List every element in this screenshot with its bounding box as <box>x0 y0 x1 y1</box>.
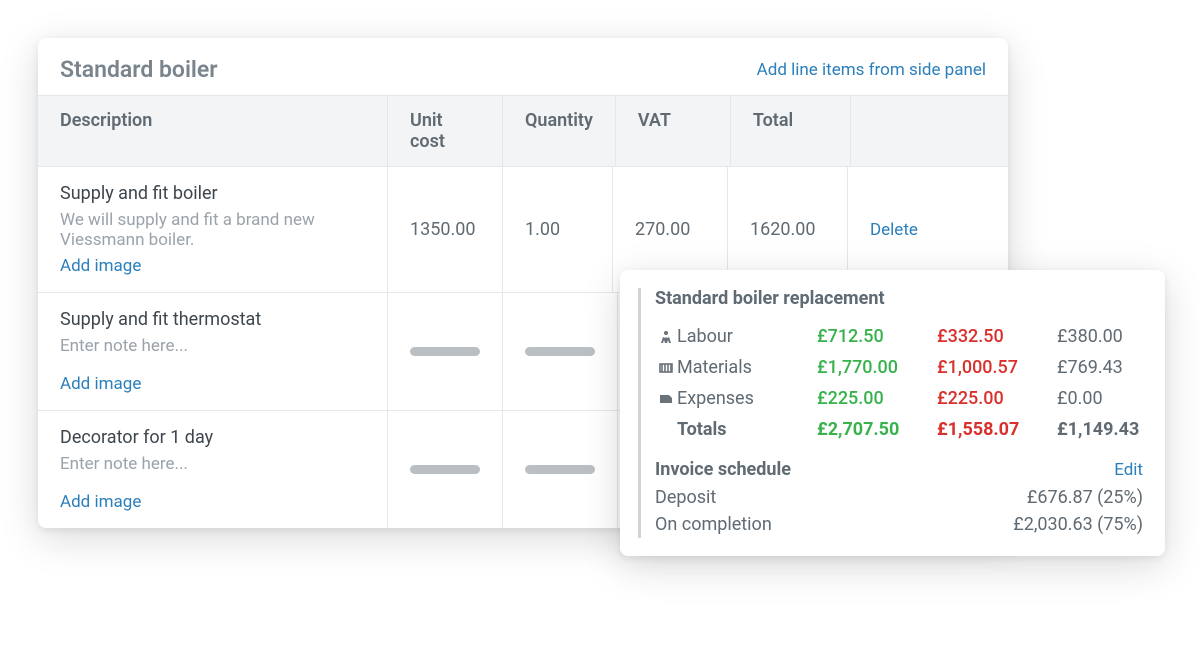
cell-unit-cost[interactable]: 1350.00 <box>388 167 503 292</box>
summary-value-green: £225.00 <box>817 388 937 409</box>
col-total: Total <box>731 96 851 166</box>
cell-quantity[interactable] <box>503 411 618 528</box>
table-header: Description Unit cost Quantity VAT Total <box>38 95 1008 167</box>
row-note: We will supply and fit a brand new Viess… <box>60 210 365 250</box>
schedule-row-completion: On completion £2,030.63 (75%) <box>655 511 1143 538</box>
delete-link[interactable]: Delete <box>870 220 918 240</box>
invoice-schedule-header: Invoice schedule Edit <box>655 459 1143 480</box>
summary-row-totals: Totals £2,707.50 £1,558.07 £1,149.43 <box>655 414 1143 445</box>
col-vat: VAT <box>616 96 731 166</box>
expenses-icon <box>655 391 677 407</box>
summary-value-grey: £0.00 <box>1057 388 1143 409</box>
card-title: Standard boiler <box>60 56 218 83</box>
col-actions <box>851 96 1008 166</box>
placeholder-icon <box>410 465 480 474</box>
add-image-link[interactable]: Add image <box>60 374 261 394</box>
col-unit-cost: Unit cost <box>388 96 503 166</box>
cell-unit-cost[interactable] <box>388 293 503 410</box>
placeholder-icon <box>525 465 595 474</box>
add-image-link[interactable]: Add image <box>60 256 365 276</box>
placeholder-icon <box>410 347 480 356</box>
summary-value-grey: £769.43 <box>1057 357 1143 378</box>
row-title: Supply and fit boiler <box>60 183 365 204</box>
summary-value-green: £2,707.50 <box>817 419 937 440</box>
edit-schedule-link[interactable]: Edit <box>1114 460 1143 480</box>
cell-description: Supply and fit thermostat Enter note her… <box>38 293 388 410</box>
summary-value-red: £225.00 <box>937 388 1057 409</box>
placeholder-icon <box>525 347 595 356</box>
invoice-schedule-title: Invoice schedule <box>655 459 791 480</box>
summary-label: Materials <box>677 357 817 378</box>
schedule-row-deposit: Deposit £676.87 (25%) <box>655 484 1143 511</box>
schedule-value: £676.87 (25%) <box>1027 487 1143 508</box>
summary-row-labour: Labour £712.50 £332.50 £380.00 <box>655 321 1143 352</box>
summary-card: Standard boiler replacement Labour £712.… <box>620 270 1165 556</box>
summary-label: Totals <box>677 419 817 440</box>
cell-unit-cost[interactable] <box>388 411 503 528</box>
summary-value-red: £332.50 <box>937 326 1057 347</box>
row-note-placeholder[interactable]: Enter note here... <box>60 336 261 356</box>
summary-label: Labour <box>677 326 817 347</box>
col-description: Description <box>38 96 388 166</box>
col-quantity: Quantity <box>503 96 616 166</box>
summary-value-red: £1,558.07 <box>937 419 1057 440</box>
summary-title: Standard boiler replacement <box>655 288 1143 309</box>
add-from-side-panel-link[interactable]: Add line items from side panel <box>757 60 986 80</box>
summary-value-green: £1,770.00 <box>817 357 937 378</box>
labour-icon <box>655 329 677 345</box>
summary-label: Expenses <box>677 388 817 409</box>
cell-description: Supply and fit boiler We will supply and… <box>38 167 388 292</box>
add-image-link[interactable]: Add image <box>60 492 213 512</box>
summary-value-red: £1,000.57 <box>937 357 1057 378</box>
schedule-value: £2,030.63 (75%) <box>1013 514 1143 535</box>
row-note-placeholder[interactable]: Enter note here... <box>60 454 213 474</box>
row-title: Supply and fit thermostat <box>60 309 261 330</box>
cell-quantity[interactable]: 1.00 <box>503 167 613 292</box>
summary-value-green: £712.50 <box>817 326 937 347</box>
summary-row-materials: Materials £1,770.00 £1,000.57 £769.43 <box>655 352 1143 383</box>
schedule-label: On completion <box>655 514 772 535</box>
row-title: Decorator for 1 day <box>60 427 213 448</box>
schedule-label: Deposit <box>655 487 716 508</box>
summary-row-expenses: Expenses £225.00 £225.00 £0.00 <box>655 383 1143 414</box>
cell-description: Decorator for 1 day Enter note here... A… <box>38 411 388 528</box>
cell-quantity[interactable] <box>503 293 618 410</box>
card-header: Standard boiler Add line items from side… <box>38 38 1008 95</box>
summary-value-grey: £380.00 <box>1057 326 1143 347</box>
summary-value-grey: £1,149.43 <box>1057 419 1143 440</box>
materials-icon <box>655 360 677 376</box>
